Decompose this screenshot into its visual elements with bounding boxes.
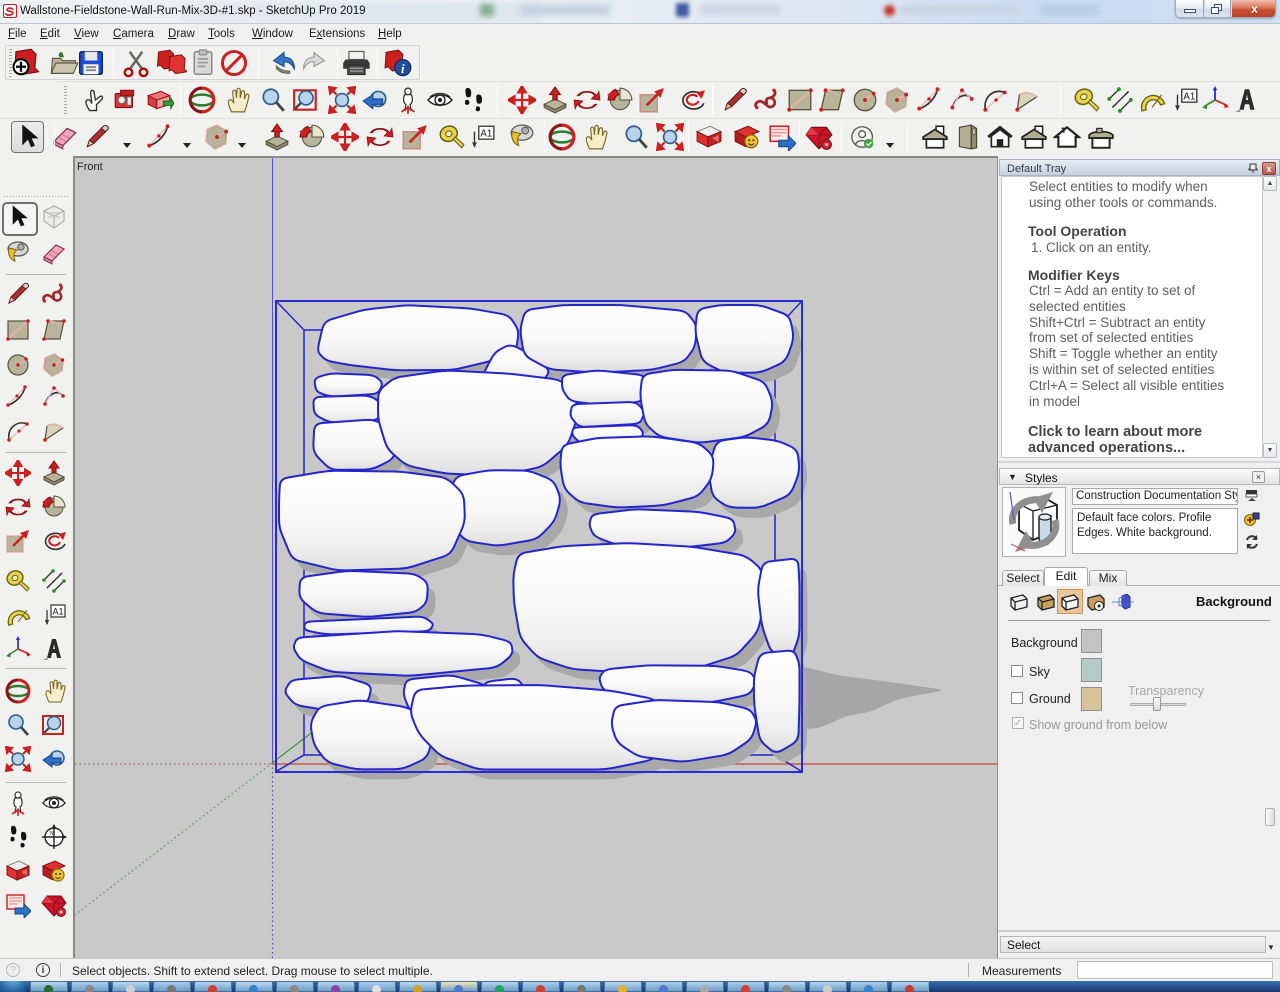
svg-text:N: N [50,831,54,837]
svg-text:A1: A1 [1183,91,1195,102]
svg-text:A1: A1 [480,128,492,139]
svg-text:i: i [401,62,405,76]
svg-text:A1: A1 [52,607,63,617]
